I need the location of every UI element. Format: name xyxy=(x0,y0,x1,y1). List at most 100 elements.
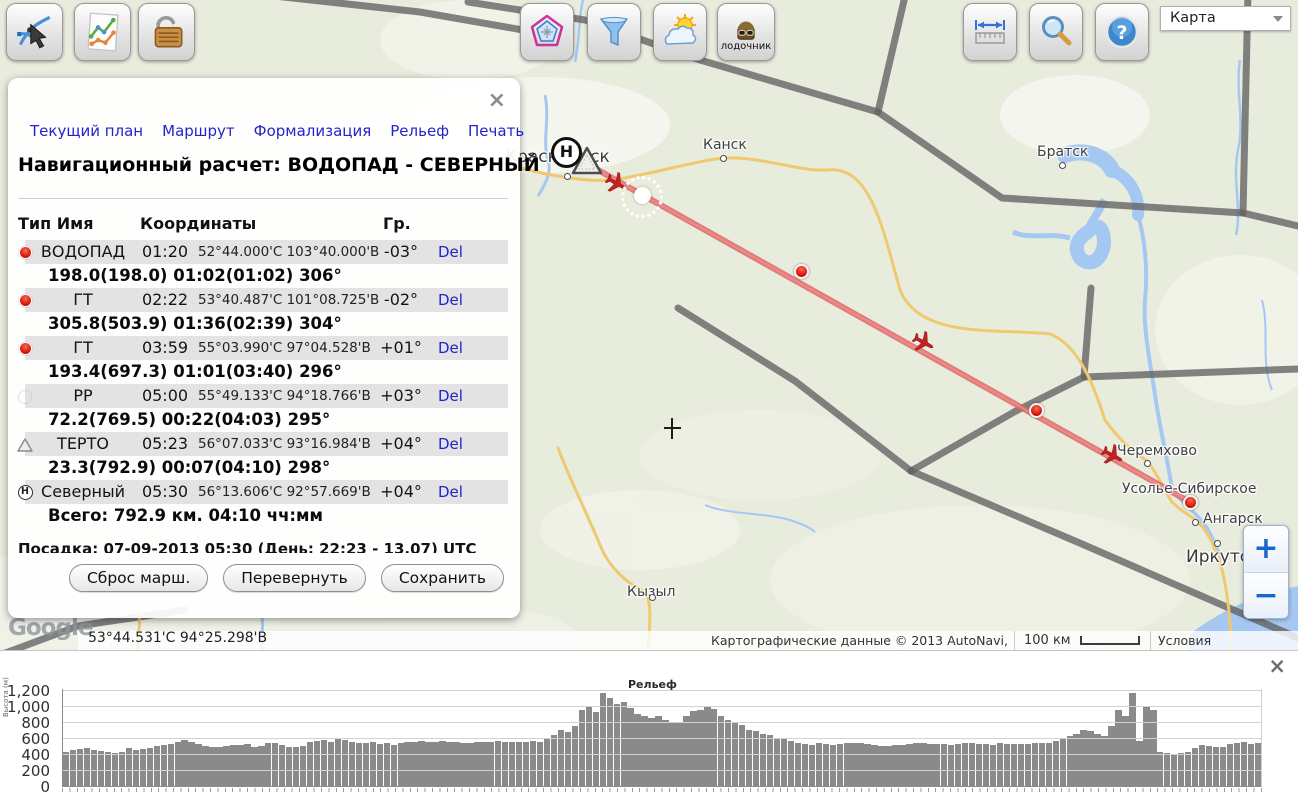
elevation-bar xyxy=(802,744,808,786)
reset-route-button[interactable]: Сброс марш. xyxy=(69,564,208,592)
elevation-bar xyxy=(864,744,870,786)
measure-tool-button[interactable] xyxy=(963,3,1017,61)
elevation-bar xyxy=(1025,744,1031,786)
tab-route[interactable]: Маршрут xyxy=(162,122,235,140)
navigation-panel: × Текущий план Маршрут Формализация Рель… xyxy=(8,78,520,618)
filter-icon xyxy=(594,12,634,52)
elevation-bar xyxy=(969,743,975,786)
app-window: Красноярск Канск Братск Черемхово Усолье… xyxy=(0,0,1298,812)
filter-tool-button[interactable] xyxy=(587,3,641,61)
table-row: ГТ 02:22 53°40.487'С 101°08.725'В -02° D… xyxy=(8,288,520,336)
panel-title: Навигационный расчет: ВОДОПАД - СЕВЕРНЫЙ xyxy=(18,154,514,176)
red-waypoint-marker[interactable] xyxy=(1029,403,1044,418)
weather-icon xyxy=(660,12,700,52)
elevation-bar xyxy=(600,693,606,786)
helipad-marker[interactable]: H xyxy=(551,137,582,168)
elevation-bar xyxy=(962,743,968,786)
elevation-bar xyxy=(307,742,313,786)
save-route-button[interactable]: Сохранить xyxy=(381,564,504,592)
route-tool-button[interactable] xyxy=(6,3,63,61)
waypoint-name: ВОДОПАД xyxy=(32,242,134,261)
elevation-bar xyxy=(788,741,794,786)
elevation-bar xyxy=(857,743,863,786)
delete-waypoint-link[interactable]: Del xyxy=(438,291,463,309)
elevation-y-axis: 02004006008001,0001,200 xyxy=(0,689,58,787)
tab-relief[interactable]: Рельеф xyxy=(390,122,449,140)
search-tool-button[interactable] xyxy=(1029,3,1083,61)
zoom-in-button[interactable]: + xyxy=(1244,526,1288,573)
delete-waypoint-link[interactable]: Del xyxy=(438,339,463,357)
terms-of-use-link[interactable]: Условия использования xyxy=(1158,633,1298,650)
chart-tool-button[interactable] xyxy=(74,3,131,61)
weather-tool-button[interactable] xyxy=(653,3,707,61)
elevation-bar xyxy=(1143,707,1149,786)
pilot-tool-button[interactable]: лодочник xyxy=(717,3,775,61)
elevation-bar xyxy=(774,738,780,786)
tab-formalization[interactable]: Формализация xyxy=(254,122,372,140)
waypoint-time: 05:30 xyxy=(136,482,194,501)
panel-close-button[interactable]: × xyxy=(488,92,506,110)
lock-tool-button[interactable] xyxy=(138,3,195,61)
elevation-bar xyxy=(1004,744,1010,786)
tab-print[interactable]: Печать xyxy=(468,122,524,140)
help-tool-button[interactable]: ? xyxy=(1095,3,1149,61)
elevation-bar xyxy=(432,742,438,786)
delete-waypoint-link[interactable]: Del xyxy=(438,243,463,261)
elevation-bar xyxy=(1199,745,1205,786)
elevation-bar xyxy=(168,744,174,786)
chevron-down-icon xyxy=(1273,16,1283,22)
dotted-circle-waypoint-marker[interactable] xyxy=(621,176,663,218)
elevation-bar xyxy=(934,744,940,786)
map-type-dropdown[interactable]: Карта xyxy=(1160,6,1291,31)
elevation-bar xyxy=(990,745,996,786)
waypoint-time: 05:00 xyxy=(136,386,194,405)
elevation-bar xyxy=(565,732,571,786)
elevation-bar xyxy=(98,751,104,786)
elevation-bar xyxy=(300,746,306,786)
gridline xyxy=(63,738,1261,739)
svg-text:?: ? xyxy=(1116,22,1127,44)
red-waypoint-marker[interactable] xyxy=(1183,495,1198,510)
delete-waypoint-link[interactable]: Del xyxy=(438,387,463,405)
elevation-bar xyxy=(718,716,724,786)
gridline xyxy=(63,690,1261,691)
zoom-out-button[interactable]: − xyxy=(1244,573,1288,619)
elevation-bar xyxy=(586,706,592,786)
measure-icon xyxy=(970,12,1010,52)
elevation-bar xyxy=(941,744,947,786)
scale-bar xyxy=(1080,636,1140,645)
total-summary: Всего: 792.9 км. 04:10 чч:мм xyxy=(48,506,323,525)
red-waypoint-marker[interactable] xyxy=(794,264,809,279)
elevation-bar xyxy=(1213,747,1219,786)
elevation-bar xyxy=(460,743,466,786)
zone-tool-button[interactable] xyxy=(520,3,574,61)
elevation-bar xyxy=(349,742,355,786)
elevation-bar xyxy=(739,725,745,786)
elevation-bar xyxy=(871,745,877,786)
waypoint-name: ГТ xyxy=(32,290,134,309)
pilot-button-label: лодочник xyxy=(721,41,772,52)
delete-waypoint-link[interactable]: Del xyxy=(438,435,463,453)
elevation-bar xyxy=(293,747,299,786)
elevation-bar xyxy=(551,735,557,786)
elevation-close-button[interactable]: × xyxy=(1268,654,1286,678)
elevation-bar xyxy=(202,746,208,786)
elevation-bar xyxy=(948,745,954,786)
city-dot xyxy=(1192,519,1199,526)
elevation-bar xyxy=(237,745,243,786)
waypoint-time: 05:23 xyxy=(136,434,194,453)
elevation-bar xyxy=(823,744,829,786)
elevation-bar xyxy=(614,704,620,786)
delete-waypoint-link[interactable]: Del xyxy=(438,483,463,501)
tab-current-plan[interactable]: Текущий план xyxy=(30,122,143,140)
reverse-route-button[interactable]: Перевернуть xyxy=(223,564,366,592)
waypoint-coordinates: 55°03.990'С 97°04.528'В xyxy=(198,340,378,356)
waypoint-time: 02:22 xyxy=(136,290,194,309)
elevation-bar xyxy=(418,741,424,786)
elevation-bar xyxy=(335,739,341,786)
gridline xyxy=(63,722,1261,723)
elevation-bar xyxy=(1011,744,1017,786)
elevation-bar xyxy=(830,745,836,786)
elevation-bar xyxy=(446,742,452,786)
elevation-bar xyxy=(523,742,529,786)
